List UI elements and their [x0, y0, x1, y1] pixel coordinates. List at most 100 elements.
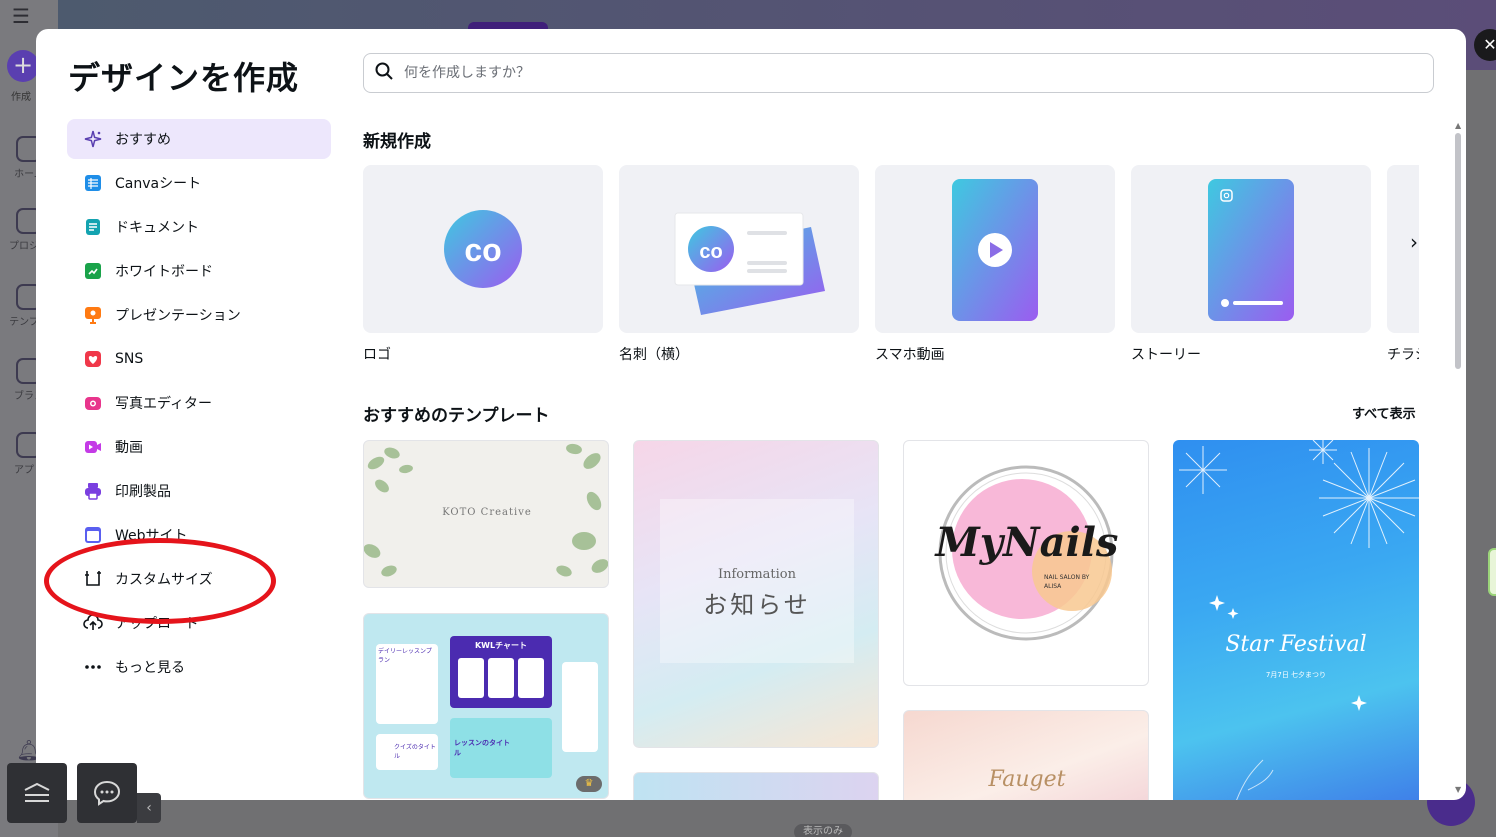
design-type-label: 名刺（横）: [619, 347, 689, 363]
template-subtitle: クイズのタイトル: [394, 744, 436, 760]
nav-label: ドキュメント: [115, 220, 199, 236]
template-card[interactable]: Star Festival 7月7日 七夕まつり: [1173, 440, 1419, 800]
view-only-badge: 表示のみ: [794, 824, 852, 837]
design-type-flyer[interactable]: チラシ: [1387, 165, 1419, 364]
scroll-down-icon[interactable]: ▼: [1455, 785, 1461, 794]
nav-label: 写真エディター: [115, 396, 213, 412]
search-input[interactable]: [404, 65, 1433, 81]
nav-item-website[interactable]: Webサイト: [67, 515, 331, 555]
template-title: MyNails: [935, 519, 1119, 566]
business-card-icon: co: [619, 165, 859, 333]
category-nav: おすすめ Canvaシート ドキュメント ホワイトボード プレゼンテーション S…: [67, 119, 331, 691]
template-title: Fauget: [988, 767, 1066, 792]
whiteboard-icon: [83, 261, 103, 281]
template-card[interactable]: Fauget: [903, 710, 1149, 800]
nav-item-presentation[interactable]: プレゼンテーション: [67, 295, 331, 335]
nav-label: Webサイト: [115, 528, 188, 544]
document-icon: [83, 217, 103, 237]
design-type-story[interactable]: ストーリー: [1131, 165, 1371, 364]
nav-item-canva-sheets[interactable]: Canvaシート: [67, 163, 331, 203]
story-icon: [1131, 165, 1371, 333]
template-title: KOTO Creative: [442, 507, 532, 518]
design-type-label: ロゴ: [363, 347, 391, 363]
website-icon: [83, 525, 103, 545]
nav-label: アップロード: [115, 616, 199, 632]
nav-item-sns[interactable]: SNS: [67, 339, 331, 379]
scrollbar-thumb[interactable]: [1455, 133, 1461, 369]
heart-icon: [83, 349, 103, 369]
nav-item-video[interactable]: 動画: [67, 427, 331, 467]
template-card[interactable]: Information お知らせ: [633, 440, 879, 748]
logo-icon: co: [363, 165, 603, 333]
nav-item-more[interactable]: もっと見る: [67, 647, 331, 687]
nav-label: Canvaシート: [115, 176, 202, 192]
nav-item-photo-editor[interactable]: 写真エディター: [67, 383, 331, 423]
sheet-icon: [83, 173, 103, 193]
nav-label: もっと見る: [115, 660, 185, 676]
template-title: KWLチャート: [474, 641, 528, 650]
upload-icon: [83, 613, 103, 633]
nav-item-print[interactable]: 印刷製品: [67, 471, 331, 511]
template-subtitle: 7月7日 七夕まつり: [1265, 671, 1327, 679]
modal-title: デザインを作成: [68, 59, 300, 97]
search-icon: [374, 61, 404, 85]
new-section-title: 新規作成: [363, 132, 431, 152]
templates-section-title: おすすめのテンプレート: [363, 406, 550, 426]
slide-thumb: [562, 662, 598, 752]
design-type-logo[interactable]: co ロゴ: [363, 165, 603, 364]
camera-icon: [83, 393, 103, 413]
sparkle-icon: [83, 129, 103, 149]
scroll-up-icon[interactable]: ▲: [1455, 121, 1461, 130]
presentation-icon: [83, 305, 103, 325]
slide-thumb: [488, 658, 514, 698]
svg-text:co: co: [699, 241, 722, 263]
fireworks-illustration: [1179, 440, 1419, 800]
see-all-link[interactable]: すべて表示: [1352, 403, 1416, 422]
nav-item-custom-size[interactable]: カスタムサイズ: [67, 559, 331, 599]
create-design-modal: デザインを作成 おすすめ Canvaシート ドキュメント ホワイトボード プレゼ…: [36, 29, 1466, 800]
nav-label: 動画: [115, 440, 143, 456]
template-subtitle: レッスンのタイトル: [454, 739, 510, 757]
design-type-label: ストーリー: [1131, 347, 1201, 363]
slide-thumb: [518, 658, 544, 698]
nav-label: SNS: [115, 351, 144, 367]
more-icon: [83, 657, 103, 677]
chevron-left-icon[interactable]: ‹: [137, 793, 161, 823]
printer-icon: [83, 481, 103, 501]
nav-label: 印刷製品: [115, 484, 171, 500]
crown-icon: ♛: [576, 776, 602, 792]
design-type-carousel: co ロゴ co 名刺（横） スマホ動画 ストーリー チラ: [363, 165, 1419, 365]
template-card[interactable]: [633, 772, 879, 800]
template-card[interactable]: KOTO Creative: [363, 440, 609, 588]
nav-item-documents[interactable]: ドキュメント: [67, 207, 331, 247]
nav-item-whiteboard[interactable]: ホワイトボード: [67, 251, 331, 291]
nav-item-recommended[interactable]: おすすめ: [67, 119, 331, 159]
menu-icon[interactable]: [7, 763, 67, 823]
chevron-right-icon[interactable]: ›: [1399, 227, 1429, 257]
nav-label: カスタムサイズ: [115, 572, 213, 588]
design-type-phone-video[interactable]: スマホ動画: [875, 165, 1115, 364]
template-subtitle: デイリーレッスンプラン: [378, 648, 432, 664]
create-label: 作成: [11, 92, 31, 103]
custom-size-icon: [83, 569, 103, 589]
nav-label: プレゼンテーション: [115, 308, 241, 324]
template-card[interactable]: MyNails NAIL SALON BY ALISA: [903, 440, 1149, 686]
template-subtitle: お知らせ: [703, 591, 811, 619]
nav-label: おすすめ: [115, 132, 171, 148]
design-type-label: スマホ動画: [875, 347, 945, 363]
template-card[interactable]: デイリーレッスンプラン KWLチャート クイズのタイトル レッスンのタイトル ♛: [363, 613, 609, 799]
create-icon: +: [7, 50, 39, 82]
template-title: Information: [717, 567, 797, 582]
video-icon: [83, 437, 103, 457]
nav-item-upload[interactable]: アップロード: [67, 603, 331, 643]
phone-video-icon: [875, 165, 1115, 333]
hamburger-icon: ☰: [12, 4, 30, 28]
template-subtitle: NAIL SALON BY ALISA: [1044, 574, 1090, 590]
search-bar[interactable]: [363, 53, 1434, 93]
nav-label: ホワイトボード: [115, 264, 213, 280]
svg-text:co: co: [464, 232, 501, 268]
design-type-business-card[interactable]: co 名刺（横）: [619, 165, 859, 364]
chat-icon[interactable]: [77, 763, 137, 823]
template-title: Star Festival: [1225, 632, 1367, 657]
slide-thumb: [458, 658, 484, 698]
